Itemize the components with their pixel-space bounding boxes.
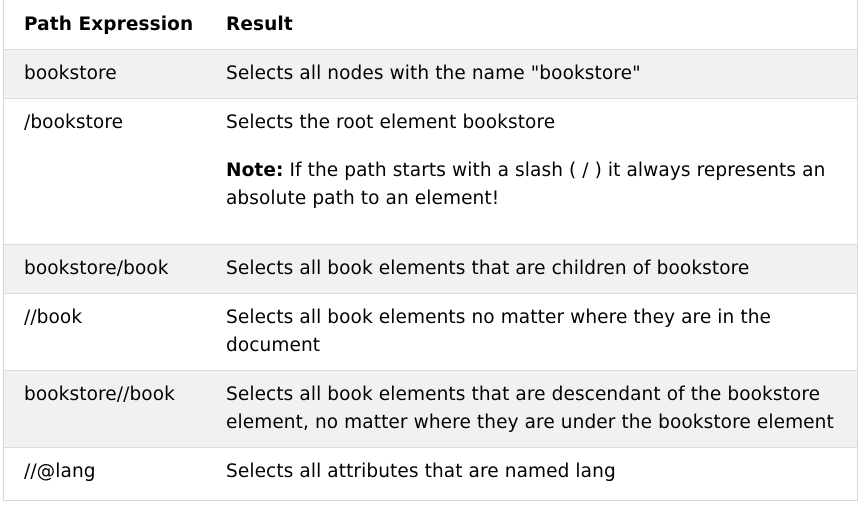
note-text: If the path starts with a slash ( / ) it… [226, 159, 826, 209]
result-cell: Selects all attributes that are named la… [206, 446, 857, 496]
result-cell: Selects all nodes with the name "booksto… [206, 48, 857, 98]
table-row: //book Selects all book elements no matt… [4, 292, 857, 370]
table-row: //@lang Selects all attributes that are … [4, 446, 857, 496]
table-header-row: Path Expression Result [4, 0, 857, 49]
note-paragraph: Note: If the path starts with a slash ( … [226, 157, 843, 213]
path-cell: //@lang [4, 446, 206, 496]
header-result: Result [226, 14, 293, 35]
header-path-expression: Path Expression [24, 14, 194, 35]
result-cell: Selects all book elements that are child… [206, 243, 857, 293]
path-cell: bookstore//book [4, 369, 206, 447]
path-cell: bookstore/book [4, 243, 206, 293]
path-cell: /bookstore [4, 97, 206, 244]
path-cell: bookstore [4, 48, 206, 98]
xpath-table-container: Path Expression Result bookstore Selects… [3, 0, 858, 501]
note-label: Note: [226, 159, 284, 181]
result-text: Selects the root element bookstore [226, 111, 556, 133]
table-row: bookstore/book Selects all book elements… [4, 243, 857, 293]
table-row: bookstore Selects all nodes with the nam… [4, 48, 857, 98]
table-row: /bookstore Selects the root element book… [4, 97, 857, 244]
result-cell: Selects all book elements no matter wher… [206, 292, 857, 370]
table-row: bookstore//book Selects all book element… [4, 369, 857, 447]
path-cell: //book [4, 292, 206, 370]
result-cell: Selects all book elements that are desce… [206, 369, 857, 447]
result-cell: Selects the root element bookstore Note:… [206, 97, 857, 244]
xpath-expressions-table: Path Expression Result bookstore Selects… [4, 0, 857, 496]
